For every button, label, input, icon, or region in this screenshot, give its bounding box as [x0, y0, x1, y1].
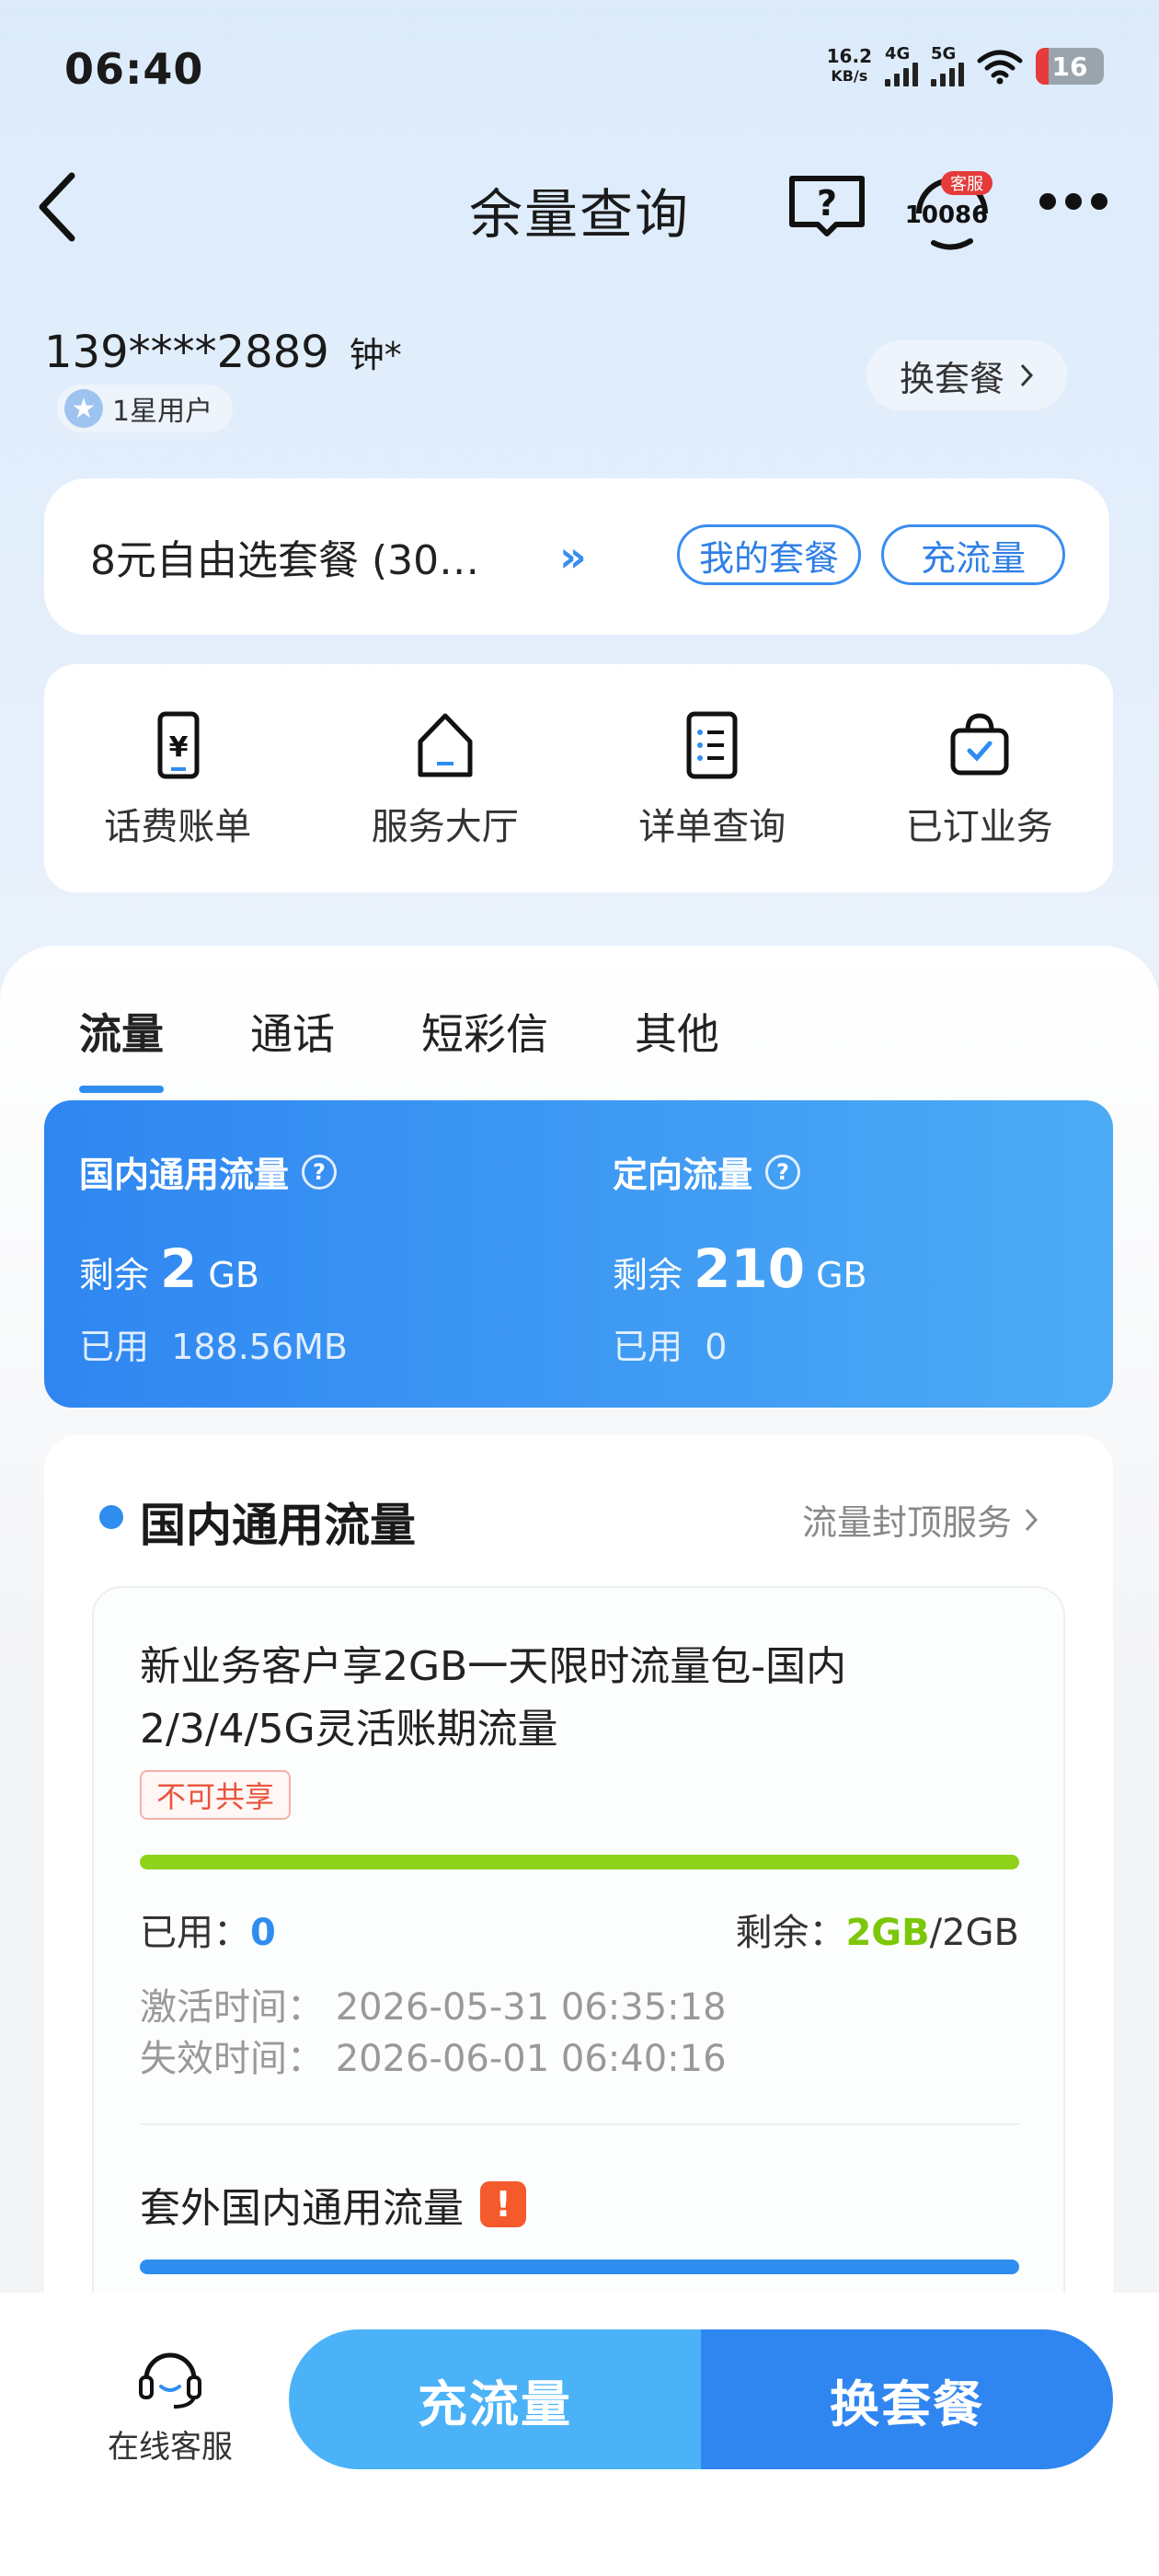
activate-time: 激活时间： 2026-05-31 06:35:18 — [140, 1986, 727, 2029]
bill-icon: ¥ — [157, 711, 200, 779]
status-icons: 16.2 KB/s 4G 5G 16 — [827, 46, 1104, 86]
status-time: 06:40 — [64, 44, 204, 94]
tab-other[interactable]: 其他 — [635, 1001, 719, 1062]
double-chevron-icon[interactable]: » — [559, 532, 587, 581]
signal-4g-icon: 4G — [885, 46, 918, 86]
wifi-icon — [977, 50, 1023, 85]
tab-sms[interactable]: 短彩信 — [421, 1001, 548, 1062]
package-name: 新业务客户享2GB一天限时流量包-国内 2/3/4/5G灵活账期流量 — [140, 1643, 847, 1753]
quick-item-service-hall[interactable]: 服务大厅 — [312, 664, 580, 892]
recharge-data-button[interactable]: 充流量 — [289, 2329, 701, 2469]
divider — [140, 2123, 1019, 2125]
plan-name[interactable]: 8元自由选套餐 (30… — [90, 527, 532, 586]
cs-number: 10086 — [906, 201, 988, 229]
net-speed: 16.2 KB/s — [826, 45, 872, 85]
online-service-button[interactable]: 在线客服 — [92, 2346, 248, 2467]
help-button[interactable]: ? — [786, 173, 867, 239]
list-icon — [686, 711, 738, 779]
plan-card[interactable]: 8元自由选套餐 (30… » 我的套餐 充流量 — [44, 478, 1109, 635]
headset-icon — [139, 2352, 201, 2409]
switch-plan-button[interactable]: 换套餐 — [866, 340, 1067, 410]
chevron-right-icon — [1025, 1508, 1039, 1531]
tab-data[interactable]: 流量 — [79, 1001, 164, 1093]
headset-10086-icon: 客服 10086 — [905, 171, 993, 250]
package-times: 激活时间： 2026-05-31 06:35:18 失效时间： 2026-06-… — [140, 1982, 727, 2085]
customer-service-button[interactable]: 客服 10086 — [905, 164, 998, 256]
domestic-summary[interactable]: 国内通用流量? 剩余 2 GB 已用 188.56MB — [79, 1146, 348, 1369]
star-icon: ★ — [64, 389, 103, 428]
quick-menu: ¥ 话费账单 服务大厅 详单查询 已订业务 — [44, 664, 1113, 892]
recharge-data-pill[interactable]: 充流量 — [881, 524, 1065, 585]
bottom-actions: 充流量 换套餐 — [289, 2329, 1113, 2469]
quick-item-subscribed[interactable]: 已订业务 — [846, 664, 1114, 892]
signal-5g-icon: 5G — [931, 46, 964, 86]
battery-icon: 16 — [1036, 48, 1104, 85]
cap-service-link[interactable]: 流量封顶服务 — [802, 1494, 1039, 1545]
section-dot — [99, 1505, 123, 1529]
directed-summary[interactable]: 定向流量? 剩余 210 GB 已用 0 — [613, 1146, 867, 1369]
data-summary-card: 国内通用流量? 剩余 2 GB 已用 188.56MB 定向流量? 剩余 210 GB … — [44, 1100, 1113, 1408]
question-icon[interactable]: ? — [302, 1154, 338, 1190]
bag-icon — [950, 713, 1009, 776]
help-book-icon: ? — [789, 176, 865, 236]
expire-time: 失效时间： 2026-06-01 06:40:16 — [140, 2038, 727, 2080]
usage-tabs: 流量 通话 短彩信 其他 — [79, 1001, 806, 1093]
home-icon — [418, 713, 473, 777]
package-progress-bar — [140, 1855, 1019, 1869]
switch-plan-bottom-button[interactable]: 换套餐 — [701, 2329, 1113, 2469]
user-phone: 139****2889 钟* — [44, 327, 402, 378]
package-used: 已用：0 — [140, 1912, 276, 1954]
svg-text:?: ? — [817, 183, 837, 224]
my-plan-button[interactable]: 我的套餐 — [677, 524, 861, 585]
tab-calls[interactable]: 通话 — [250, 1001, 335, 1062]
section-title: 国内通用流量 — [140, 1499, 416, 1552]
svg-text:¥: ¥ — [169, 731, 189, 764]
cs-badge: 客服 — [950, 175, 983, 194]
quick-item-bill[interactable]: ¥ 话费账单 — [44, 664, 312, 892]
package-remaining: 剩余：2GB/2GB — [735, 1912, 1019, 1954]
quick-item-detail[interactable]: 详单查询 — [579, 664, 846, 892]
extra-data-title: 套外国内通用流量 ! — [140, 2175, 526, 2234]
not-shareable-tag: 不可共享 — [140, 1770, 292, 1820]
phone-number: 139****2889 — [44, 327, 329, 378]
chevron-right-icon — [1020, 363, 1034, 387]
warning-icon[interactable]: ! — [480, 2181, 526, 2227]
user-name: 钟* — [349, 335, 402, 375]
extra-progress-bar — [140, 2260, 1019, 2274]
user-level-badge: ★ 1星用户 — [57, 385, 234, 432]
more-button[interactable] — [1039, 193, 1107, 210]
question-icon[interactable]: ? — [765, 1154, 801, 1190]
